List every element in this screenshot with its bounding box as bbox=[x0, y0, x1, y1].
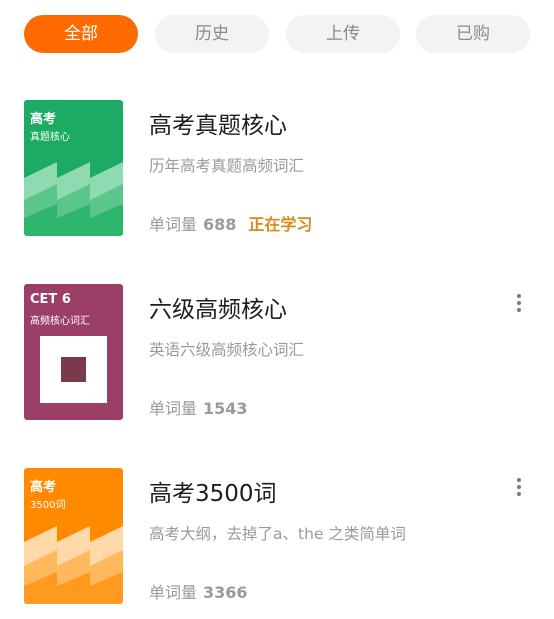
tab-uploaded[interactable]: 上传 bbox=[286, 15, 400, 53]
book-cover: CET 6 高频核心词汇 bbox=[24, 284, 123, 420]
book-item-gaokao-3500[interactable]: 高考 3500词 高考3500词 高考大纲，去掉了a、the 之类简单词 单词量… bbox=[24, 468, 554, 608]
book-meta: 单词量 3366 bbox=[149, 579, 248, 603]
cover-title: 高考 bbox=[30, 480, 57, 495]
cover-title: CET 6 bbox=[30, 292, 71, 307]
tab-purchased[interactable]: 已购 bbox=[416, 15, 530, 53]
learning-status: 正在学习 bbox=[248, 215, 313, 234]
book-title: 六级高频核心 bbox=[149, 297, 287, 323]
filter-tabs: 全部 历史 上传 已购 bbox=[24, 15, 530, 53]
book-cover: 高考 3500词 bbox=[24, 468, 123, 604]
book-title: 高考3500词 bbox=[149, 481, 277, 507]
book-meta: 单词量 688 正在学习 bbox=[149, 211, 312, 235]
word-count-label: 单词量 bbox=[149, 399, 198, 418]
book-description: 高考大纲，去掉了a、the 之类简单词 bbox=[149, 525, 406, 543]
book-meta: 单词量 1543 bbox=[149, 395, 248, 419]
book-item-gaokao-core[interactable]: 高考 真题核心 高考真题核心 历年高考真题高频词汇 单词量 688 正在学习 bbox=[24, 100, 554, 240]
book-title: 高考真题核心 bbox=[149, 113, 287, 139]
book-description: 历年高考真题高频词汇 bbox=[149, 157, 305, 175]
tab-all[interactable]: 全部 bbox=[24, 15, 138, 53]
cover-title: 高考 bbox=[30, 112, 57, 127]
word-count: 688 bbox=[203, 215, 237, 234]
word-count: 1543 bbox=[203, 399, 248, 418]
book-description: 英语六级高频核心词汇 bbox=[149, 341, 305, 359]
more-options-icon[interactable] bbox=[514, 294, 524, 318]
cover-subtitle: 高频核心词汇 bbox=[30, 316, 90, 327]
word-count: 3366 bbox=[203, 583, 248, 602]
word-count-label: 单词量 bbox=[149, 215, 198, 234]
book-item-cet6-core[interactable]: CET 6 高频核心词汇 六级高频核心 英语六级高频核心词汇 单词量 1543 bbox=[24, 284, 554, 424]
word-count-label: 单词量 bbox=[149, 583, 198, 602]
tab-history[interactable]: 历史 bbox=[155, 15, 269, 53]
cover-subtitle: 真题核心 bbox=[30, 132, 70, 143]
more-options-icon[interactable] bbox=[514, 478, 524, 502]
book-cover: 高考 真题核心 bbox=[24, 100, 123, 236]
cover-subtitle: 3500词 bbox=[30, 500, 66, 511]
